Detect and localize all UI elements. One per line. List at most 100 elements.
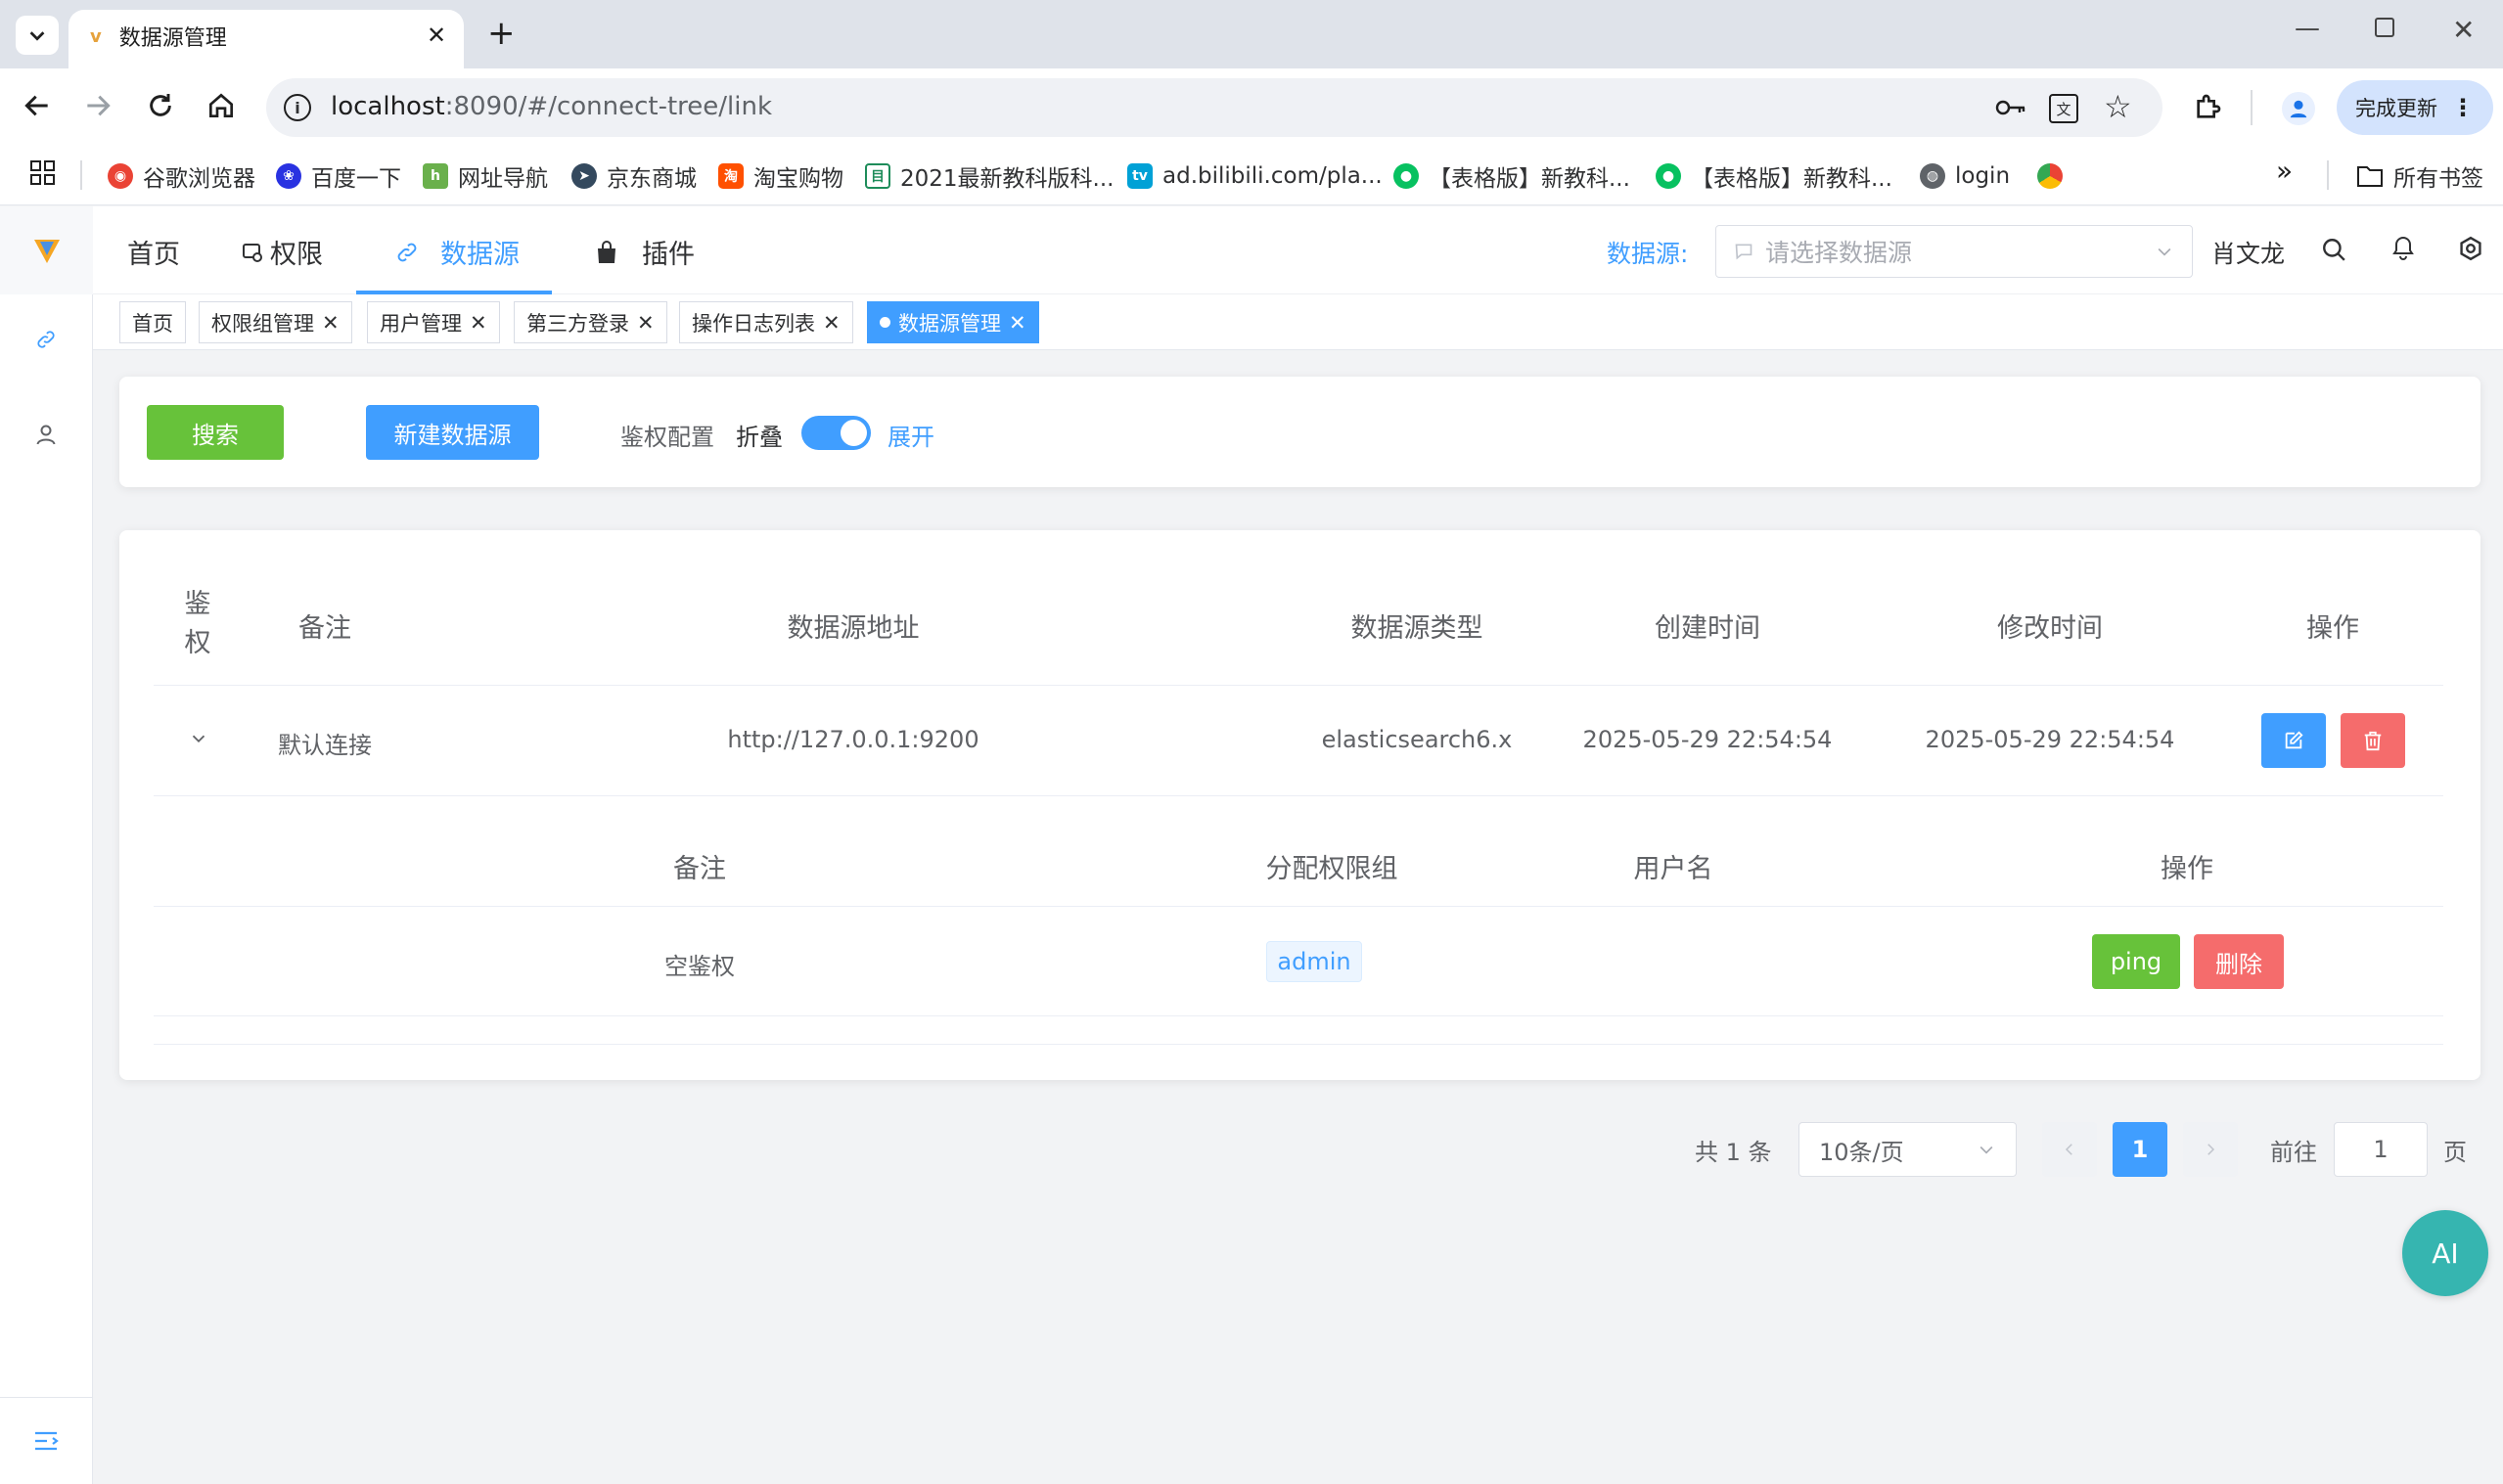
- nav-permission[interactable]: 权限: [241, 233, 323, 271]
- colorful-icon: [2037, 163, 2063, 189]
- th-remark: 备注: [298, 613, 351, 644]
- th-modified: 修改时间: [1997, 613, 2103, 644]
- page-suffix: 页: [2443, 1139, 2467, 1166]
- bookmark-item[interactable]: 目 2021最新教科版科...: [865, 147, 1114, 205]
- sub-delete-button[interactable]: 删除: [2194, 934, 2284, 989]
- ai-assistant-button[interactable]: AI: [2402, 1210, 2488, 1296]
- restore-icon[interactable]: [2375, 18, 2394, 37]
- home-icon[interactable]: [205, 90, 237, 121]
- tab-close-icon[interactable]: ✕: [427, 22, 446, 49]
- fold-label: 折叠: [736, 424, 783, 451]
- wechat-icon: ●: [1393, 163, 1419, 189]
- tag-operation-log[interactable]: 操作日志列表 ✕: [679, 301, 853, 343]
- bell-icon[interactable]: [2392, 235, 2414, 260]
- translate-icon[interactable]: 文: [2049, 94, 2078, 123]
- vue-favicon-icon: v: [90, 25, 102, 47]
- page-1-button[interactable]: 1: [2113, 1122, 2167, 1177]
- close-icon[interactable]: ✕: [637, 311, 655, 335]
- next-page-button[interactable]: [2183, 1122, 2238, 1177]
- reload-icon[interactable]: [145, 90, 176, 121]
- extensions-icon[interactable]: [2192, 92, 2223, 123]
- row-divider: [154, 795, 2443, 796]
- window-close-icon[interactable]: ✕: [2452, 14, 2475, 46]
- th-actions: 操作: [2306, 613, 2359, 644]
- more-bookmarks-icon[interactable]: »: [2276, 155, 2293, 187]
- bookmark-item[interactable]: 淘淘宝购物: [718, 147, 843, 205]
- auth-config-label: 鉴权配置: [620, 424, 714, 451]
- link-icon[interactable]: [35, 329, 57, 350]
- url-text[interactable]: localhost:8090/#/connect-tree/link: [331, 92, 772, 121]
- minimize-icon[interactable]: —: [2295, 14, 2320, 43]
- sub-th-username: 用户名: [1633, 854, 1713, 884]
- close-icon[interactable]: ✕: [322, 311, 340, 335]
- toggle-knob: [841, 420, 867, 446]
- close-icon[interactable]: ✕: [470, 311, 487, 335]
- bookmark-item[interactable]: ◍ login: [1920, 147, 2010, 205]
- search-button[interactable]: 搜索: [147, 405, 284, 460]
- nav-datasource[interactable]: 数据源: [395, 233, 520, 271]
- username[interactable]: 肖文龙: [2211, 235, 2285, 270]
- password-key-icon[interactable]: [1994, 94, 2027, 121]
- user-icon[interactable]: [34, 423, 58, 446]
- page-size-select[interactable]: 10条/页: [1798, 1122, 2017, 1177]
- edit-button[interactable]: [2261, 713, 2326, 768]
- bookmark-item[interactable]: ◉ 谷歌浏览器: [108, 147, 255, 205]
- all-bookmarks[interactable]: 所有书签: [2356, 147, 2483, 205]
- table-card: [119, 530, 2480, 1080]
- wechat-icon: ●: [1656, 163, 1681, 189]
- datasource-select[interactable]: 请选择数据源: [1715, 225, 2193, 278]
- tab-content: v 数据源管理: [90, 22, 227, 52]
- close-icon[interactable]: ✕: [1009, 311, 1026, 335]
- bookmark-item[interactable]: ➤ 京东商城: [571, 147, 697, 205]
- sub-th-group: 分配权限组: [1265, 854, 1398, 884]
- forward-icon[interactable]: [82, 90, 114, 121]
- bookmark-item[interactable]: tv ad.bilibili.com/pla...: [1127, 147, 1383, 205]
- folder-icon: [2357, 166, 2383, 187]
- tag-datasource-management[interactable]: 数据源管理 ✕: [867, 301, 1039, 343]
- bookmark-item[interactable]: ❀ 百度一下: [276, 147, 401, 205]
- taobao-icon: 淘: [718, 163, 744, 189]
- bookmark-item[interactable]: ● 【表格版】新教科...: [1656, 147, 1892, 205]
- collapse-menu-icon[interactable]: [33, 1430, 59, 1452]
- toolbar-divider: [2251, 90, 2253, 125]
- cell-created: 2025-05-29 22:54:54: [1582, 726, 1833, 753]
- aside-divider: [0, 1397, 93, 1398]
- close-icon[interactable]: ✕: [823, 311, 841, 335]
- prev-page-button[interactable]: [2042, 1122, 2097, 1177]
- cell-address: http://127.0.0.1:9200: [727, 726, 979, 753]
- bookmark-star-icon[interactable]: ☆: [2104, 88, 2132, 125]
- tag-user-management[interactable]: 用户管理 ✕: [367, 301, 500, 343]
- new-tab-icon[interactable]: +: [487, 14, 516, 53]
- bookmark-item[interactable]: [2037, 147, 2063, 205]
- shopping-bag-icon: [598, 240, 615, 263]
- delete-button[interactable]: [2341, 713, 2405, 768]
- apps-grid-icon[interactable]: [29, 159, 57, 187]
- bookmark-item[interactable]: h 网址导航: [423, 147, 548, 205]
- update-button[interactable]: 完成更新 ⋮: [2337, 80, 2493, 135]
- tag-permission-group[interactable]: 权限组管理 ✕: [199, 301, 352, 343]
- fold-toggle[interactable]: [801, 416, 871, 450]
- nav-home[interactable]: 首页: [127, 233, 180, 271]
- profile-avatar-icon[interactable]: [2282, 92, 2315, 125]
- sub-th-actions: 操作: [2161, 854, 2213, 884]
- bilibili-icon: tv: [1127, 163, 1153, 189]
- settings-icon[interactable]: [2458, 236, 2483, 261]
- active-dot: [880, 317, 890, 328]
- doc-icon: 目: [865, 163, 890, 189]
- row-expand-icon[interactable]: [188, 728, 209, 749]
- site-info-icon[interactable]: i: [284, 94, 311, 121]
- page-size-value: 10条/页: [1819, 1138, 1904, 1166]
- expand-label: 展开: [887, 424, 934, 451]
- bookmark-item[interactable]: ● 【表格版】新教科...: [1393, 147, 1630, 205]
- tag-third-party-login[interactable]: 第三方登录 ✕: [514, 301, 667, 343]
- new-datasource-button[interactable]: 新建数据源: [366, 405, 539, 460]
- tag-home[interactable]: 首页: [119, 301, 186, 343]
- tab-search-button[interactable]: [16, 16, 59, 55]
- back-icon[interactable]: [22, 90, 53, 121]
- side-menu: [0, 206, 93, 1484]
- search-icon[interactable]: [2321, 237, 2346, 262]
- nav-plugin[interactable]: 插件: [595, 233, 695, 271]
- sub-row-divider: [154, 1015, 2443, 1016]
- ping-button[interactable]: ping: [2092, 934, 2180, 989]
- goto-page-input[interactable]: 1: [2334, 1122, 2428, 1177]
